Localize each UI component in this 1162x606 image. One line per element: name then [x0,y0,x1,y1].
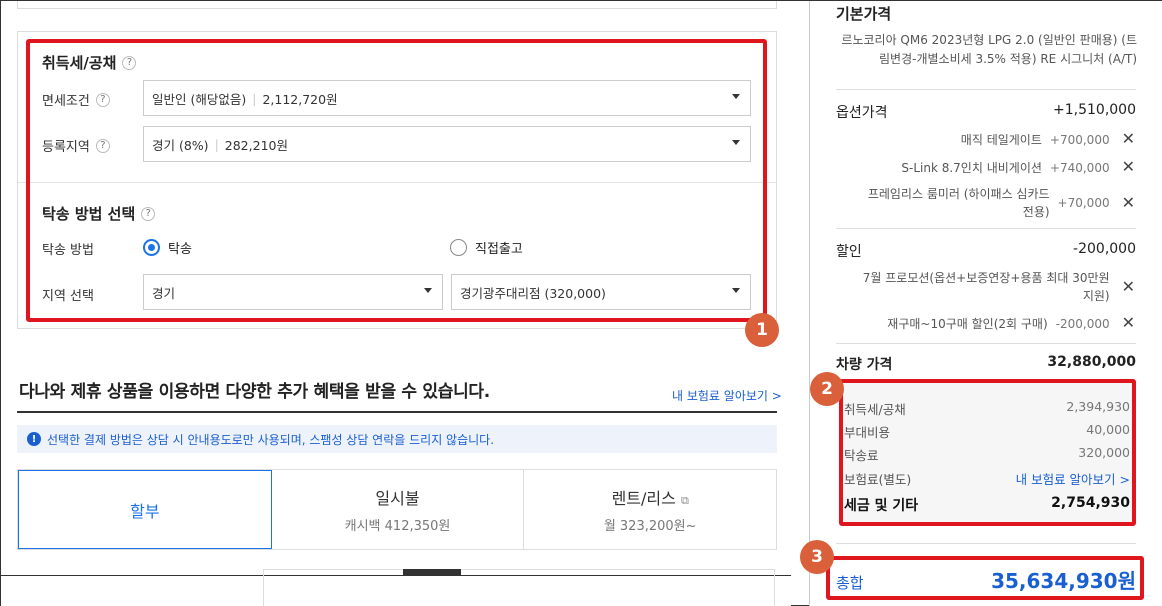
close-icon[interactable]: ✕ [1122,315,1135,331]
discount-label: 할인 [836,244,862,260]
close-icon[interactable]: ✕ [1122,131,1135,147]
divider [836,228,1136,229]
tab-rent-lease-label: 렌트/리스 ⧉ [612,485,689,509]
option-value: +700,000 [1049,133,1110,147]
discount-item: 7월 프로모션(옵션+보증연장+용품 최대 30만원 지원) ✕ [850,269,1135,305]
promo-title: 다나와 제휴 상품을 이용하면 다양한 추가 혜택을 받을 수 있습니다. [19,382,490,402]
vehicle-price-value: 32,880,000 [1047,354,1136,370]
vehicle-price-label: 차량 가격 [836,357,893,373]
price-summary: 기본가격 르노코리아 QM6 2023년형 LPG 2.0 (일반인 판매용) … [800,1,1162,606]
divider [836,89,1136,90]
option-name: 프레임리스 룸미러 (하이패스 심카드 전용) [867,187,1050,219]
tab-installment-label: 할부 [130,501,160,521]
highlight-box-3 [826,556,1144,600]
discount-name: 재구매~10구매 할인(2회 구매) [887,317,1048,331]
tab-lump-sum[interactable]: 일시불 캐시백 412,350원 [272,470,525,549]
promo-divider [17,411,777,413]
option-value: +740,000 [1049,161,1110,175]
left-panel: 취득세/공채 ? 면세조건 ? 일반인 (해당없음) | 2,112,720원 … [1,1,791,606]
tab-installment[interactable]: 할부 [18,470,272,549]
notice-text: 선택한 결제 방법은 상담 시 안내용도로만 사용되며, 스팸성 상담 연락을 … [47,432,495,447]
base-price-desc: 르노코리아 QM6 2023년형 LPG 2.0 (일반인 판매용) (트림변경… [841,33,1137,66]
option-price-label: 옵션가격 [836,105,888,121]
step-badge-1: 1 [745,313,779,347]
insurance-link[interactable]: 내 보험료 알아보기 > [672,387,782,404]
discount-value: -200,000 [1055,317,1110,331]
tab-rent-lease-sub: 월 323,200원~ [603,519,697,534]
option-item: 매직 테일게이트 +700,000 ✕ [961,131,1135,149]
tab-rent-lease[interactable]: 렌트/리스 ⧉ 월 323,200원~ [524,470,776,549]
close-icon[interactable]: ✕ [1122,279,1135,295]
top-strip [17,1,777,9]
option-name: S-Link 8.7인치 내비게이션 [901,161,1042,175]
bottom-box [263,569,775,606]
tab-rent-lease-title: 렌트/리스 [611,489,676,508]
vehicle-price-row: 차량 가격 32,880,000 [836,354,1136,374]
bottom-indicator [403,569,461,575]
discount-name: 7월 프로모션(옵션+보증연장+용품 최대 30만원 지원) [862,271,1110,303]
discount-row: 할인 -200,000 [836,241,1136,261]
option-item: S-Link 8.7인치 내비게이션 +740,000 ✕ [901,159,1135,177]
step-badge-3: 3 [800,540,834,574]
info-icon: ! [27,432,41,446]
highlight-box-1 [26,39,767,322]
close-icon[interactable]: ✕ [1122,159,1135,175]
option-name: 매직 테일게이트 [960,133,1042,147]
option-value: +70,000 [1057,196,1110,210]
divider [836,543,1136,544]
close-icon[interactable]: ✕ [1122,195,1135,211]
option-price-row: 옵션가격 +1,510,000 [836,102,1136,122]
base-price-title: 기본가격 [836,5,892,23]
tab-lump-sum-label: 일시불 [375,489,420,508]
option-item: 프레임리스 룸미러 (하이패스 심카드 전용) +70,000 ✕ [860,185,1135,221]
discount-value: -200,000 [1073,241,1136,257]
notice-bar: ! 선택한 결제 방법은 상담 시 안내용도로만 사용되며, 스팸성 상담 연락… [17,425,777,453]
copy-icon: ⧉ [680,494,689,507]
discount-item: 재구매~10구매 할인(2회 구매) -200,000 ✕ [887,315,1135,333]
divider [836,343,1136,344]
payment-tabs: 할부 일시불 캐시백 412,350원 렌트/리스 ⧉ 월 323,200원~ [17,469,777,550]
highlight-box-2 [839,379,1136,526]
step-badge-2: 2 [810,372,844,406]
tab-lump-sum-sub: 캐시백 412,350원 [344,519,451,534]
option-price-value: +1,510,000 [1053,102,1136,118]
